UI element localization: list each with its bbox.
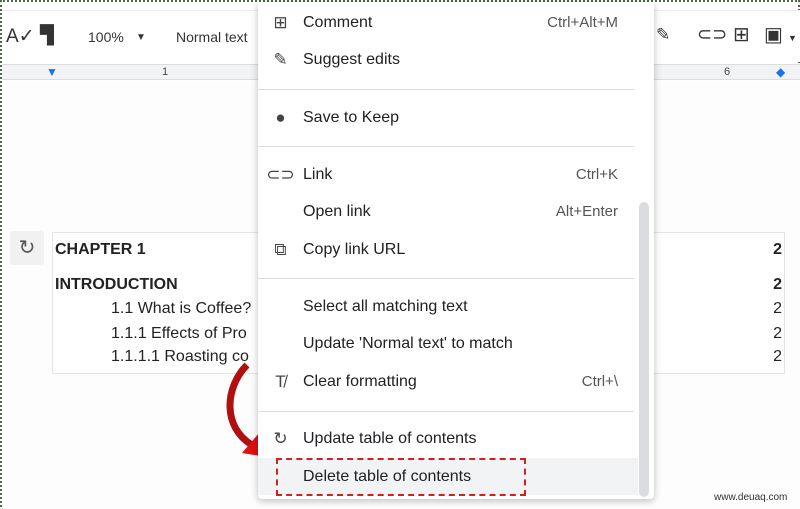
image-icon[interactable]: ▣: [764, 22, 783, 47]
menu-item-select-all-matching[interactable]: Select all matching text: [258, 288, 638, 325]
ruler-mark: 6: [724, 66, 731, 78]
menu-label: Suggest edits: [303, 50, 400, 68]
ruler-mark: 1: [162, 66, 169, 78]
divider: [258, 278, 634, 279]
divider: [258, 146, 634, 147]
menu-shortcut: Alt+Enter: [555, 203, 618, 220]
toc-entry[interactable]: CHAPTER 1: [55, 241, 146, 259]
copy-icon: ⧉: [274, 239, 287, 259]
toc-page: 2: [773, 300, 782, 317]
suggest-edits-icon: ✎: [273, 49, 288, 69]
menu-label: Update table of contents: [303, 429, 477, 447]
chevron-down-icon[interactable]: ▼: [136, 32, 146, 43]
toc-entry[interactable]: 1.1 What is Coffee?: [111, 300, 251, 318]
watermark: www.deuaq.com: [714, 492, 788, 503]
menu-item-update-normal-text[interactable]: Update 'Normal text' to match: [258, 325, 638, 362]
style-select[interactable]: Normal text: [176, 29, 248, 45]
indent-marker-icon[interactable]: ▼: [46, 65, 58, 79]
toc-page: 2: [773, 241, 782, 258]
menu-item-suggest-edits[interactable]: ✎ Suggest edits: [258, 41, 638, 78]
menu-item-clear-formatting[interactable]: T̸ Clear formatting Ctrl+\: [258, 363, 638, 400]
link-icon: ⊂⊃: [266, 164, 295, 184]
menu-item-update-toc[interactable]: ↻ Update table of contents: [258, 420, 638, 457]
zoom-select[interactable]: 100%: [88, 29, 124, 45]
right-indent-marker-icon[interactable]: ◆: [776, 65, 785, 79]
add-comment-icon: ⊞: [273, 12, 288, 32]
menu-label: Comment: [303, 13, 373, 31]
context-menu: ⊞ Comment Ctrl+Alt+M ✎ Suggest edits ● Save …: [258, 2, 654, 499]
menu-item-open-link[interactable]: Open link Alt+Enter: [258, 193, 638, 230]
menu-label: Save to Keep: [303, 108, 400, 126]
menu-label: Open link: [303, 202, 371, 220]
menu-label: Copy link URL: [303, 240, 406, 258]
toc-page: 2: [773, 325, 782, 342]
menu-label: Select all matching text: [303, 297, 468, 315]
menu-item-link[interactable]: ⊂⊃ Link Ctrl+K: [258, 156, 638, 193]
divider: [258, 89, 634, 90]
menu-shortcut: Ctrl+\: [581, 373, 618, 390]
menu-shortcut: Ctrl+Alt+M: [547, 14, 618, 31]
keep-bulb-icon: ●: [275, 107, 286, 127]
clear-formatting-icon: T̸: [275, 371, 286, 391]
link-icon[interactable]: ⊂⊃: [697, 24, 727, 45]
menu-label: Clear formatting: [303, 372, 417, 390]
toc-entry[interactable]: INTRODUCTION: [55, 276, 178, 294]
menu-scrollbar[interactable]: [639, 202, 649, 497]
toc-entry[interactable]: 1.1.1 Effects of Pro: [111, 325, 247, 343]
spellcheck-icon[interactable]: A✓: [6, 25, 35, 48]
menu-label: Link: [303, 165, 333, 183]
add-comment-icon[interactable]: ⊞: [733, 22, 750, 47]
chevron-down-icon[interactable]: ▼: [788, 33, 797, 43]
paint-format-icon[interactable]: ▜: [40, 25, 54, 46]
highlight-box: [276, 458, 526, 496]
menu-item-comment[interactable]: ⊞ Comment Ctrl+Alt+M: [258, 4, 638, 41]
divider: [258, 411, 634, 412]
toc-page: 2: [773, 348, 782, 365]
refresh-icon: ↻: [273, 428, 288, 448]
pen-icon[interactable]: ✎: [656, 25, 670, 45]
menu-shortcut: Ctrl+K: [575, 166, 618, 183]
update-toc-button[interactable]: ↻: [10, 231, 44, 265]
menu-item-save-to-keep[interactable]: ● Save to Keep: [258, 99, 638, 136]
toc-page: 2: [773, 276, 782, 293]
menu-label: Update 'Normal text' to match: [303, 334, 513, 352]
menu-item-copy-link-url[interactable]: ⧉ Copy link URL: [258, 231, 638, 268]
